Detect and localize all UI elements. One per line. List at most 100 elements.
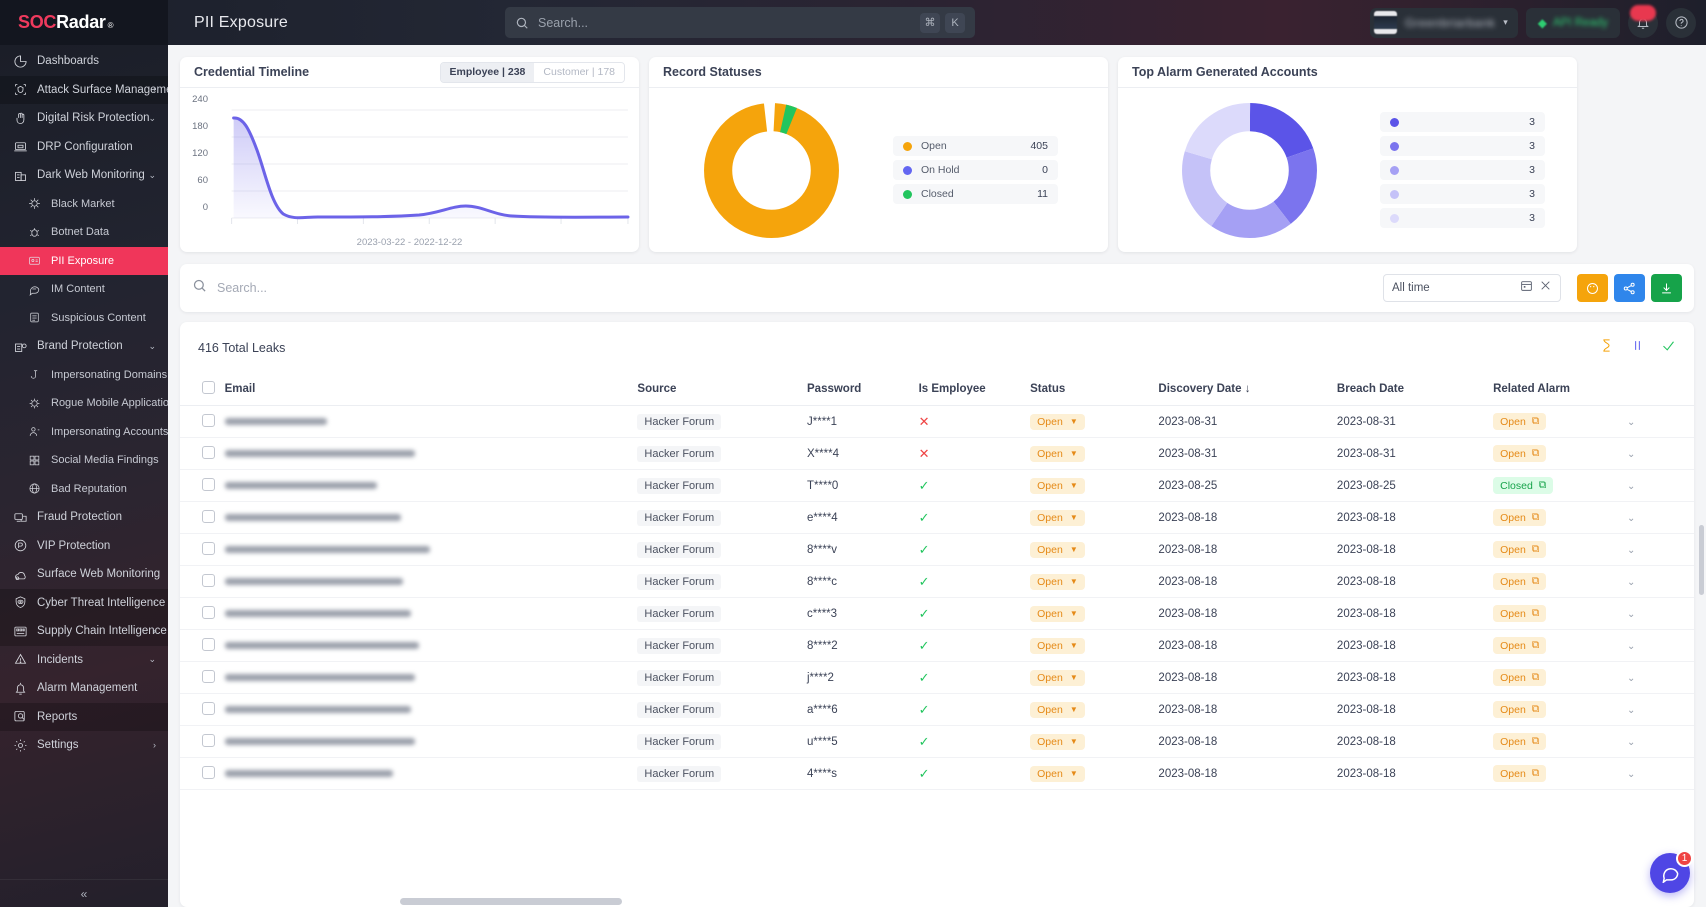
cell-expand[interactable]: ⌄ — [1626, 693, 1694, 726]
chevron-down-icon[interactable]: ▼ — [1070, 417, 1078, 426]
table-row[interactable]: Hacker Forum 8****v ✓ Open ▼ 2023-08-18 2023-0… — [180, 533, 1694, 566]
chevron-right-icon[interactable]: › — [153, 598, 156, 607]
pause-icon[interactable] — [1630, 338, 1645, 358]
row-checkbox[interactable] — [202, 605, 215, 619]
status-dropdown[interactable]: Open ▼ — [1030, 445, 1085, 462]
legend-item[interactable]: On Hold 0 — [893, 160, 1058, 180]
row-checkbox[interactable] — [202, 509, 215, 523]
row-select-cell[interactable] — [180, 437, 225, 470]
row-select-cell[interactable] — [180, 405, 225, 438]
chevron-down-icon[interactable]: ⌄ — [148, 113, 156, 123]
select-all-header[interactable] — [180, 374, 225, 406]
sidebar-item-reports[interactable]: Reports — [0, 702, 168, 731]
status-dropdown[interactable]: Open ▼ — [1030, 541, 1085, 558]
credential-audience-toggle[interactable]: Employee | 238 Customer | 178 — [439, 61, 625, 83]
row-select-cell[interactable] — [180, 757, 225, 790]
legend-item[interactable]: Open 405 — [893, 136, 1058, 156]
row-select-cell[interactable] — [180, 533, 225, 566]
sidebar-item-surface-web-monitoring[interactable]: Surface Web Monitoring — [0, 560, 168, 589]
legend-item[interactable]: 3 — [1380, 136, 1545, 156]
chevron-down-icon[interactable]: ▼ — [1070, 577, 1078, 586]
palette-button[interactable] — [1577, 274, 1608, 302]
chevron-right-icon[interactable]: › — [153, 85, 156, 94]
sidebar-item-vip-protection[interactable]: VIP Protection — [0, 532, 168, 561]
sidebar-item-impersonating-domains[interactable]: Impersonating Domains — [0, 361, 168, 390]
cell-expand[interactable]: ⌄ — [1626, 469, 1694, 502]
horizontal-scrollbar[interactable] — [400, 898, 622, 905]
alarm-badge[interactable]: Open ⧉ — [1493, 541, 1547, 558]
cell-status[interactable]: Open ▼ — [1030, 437, 1159, 470]
row-select-cell[interactable] — [180, 725, 225, 758]
col-header-breach-date[interactable]: Breach Date — [1336, 374, 1494, 406]
row-checkbox[interactable] — [202, 445, 215, 459]
chevron-down-icon[interactable]: ▼ — [1070, 641, 1078, 650]
external-link-icon[interactable]: ⧉ — [1532, 575, 1540, 588]
row-select-cell[interactable] — [180, 661, 225, 694]
external-link-icon[interactable]: ⧉ — [1532, 447, 1540, 460]
cell-related-alarm[interactable]: Open ⧉ — [1493, 597, 1627, 630]
cell-status[interactable]: Open ▼ — [1030, 629, 1159, 662]
chevron-down-icon[interactable]: ⌄ — [1627, 769, 1635, 780]
brand-logo-zone[interactable]: SOC Radar ® — [0, 0, 168, 45]
sidebar-item-fraud-protection[interactable]: Fraud Protection — [0, 503, 168, 532]
hourglass-icon[interactable] — [1599, 338, 1614, 358]
col-header-status[interactable]: Status — [1030, 374, 1159, 406]
cell-status[interactable]: Open ▼ — [1030, 661, 1159, 694]
alarm-badge[interactable]: Open ⧉ — [1493, 765, 1547, 782]
chevron-down-icon[interactable]: ⌄ — [1627, 449, 1635, 460]
col-header-password[interactable]: Password — [807, 374, 919, 406]
external-link-icon[interactable]: ⧉ — [1532, 639, 1540, 652]
cell-related-alarm[interactable]: Closed ⧉ — [1493, 469, 1627, 502]
sidebar-item-incidents[interactable]: Incidents ⌄ — [0, 646, 168, 675]
external-link-icon[interactable]: ⧉ — [1532, 543, 1540, 556]
alarm-badge[interactable]: Open ⧉ — [1493, 669, 1547, 686]
alarm-badge[interactable]: Closed ⧉ — [1493, 477, 1554, 494]
sidebar-item-brand-protection[interactable]: Brand Protection ⌄ — [0, 332, 168, 361]
alarm-badge[interactable]: Open ⧉ — [1493, 573, 1547, 590]
cell-status[interactable]: Open ▼ — [1030, 757, 1159, 790]
cell-related-alarm[interactable]: Open ⧉ — [1493, 693, 1627, 726]
chevron-down-icon[interactable]: ⌄ — [1627, 609, 1635, 620]
chevron-down-icon[interactable]: ⌄ — [1627, 641, 1635, 652]
status-dropdown[interactable]: Open ▼ — [1030, 477, 1085, 494]
cell-status[interactable]: Open ▼ — [1030, 469, 1159, 502]
chevron-down-icon[interactable]: ⌄ — [1627, 705, 1635, 716]
cell-expand[interactable]: ⌄ — [1626, 533, 1694, 566]
status-dropdown[interactable]: Open ▼ — [1030, 637, 1085, 654]
chevron-down-icon[interactable]: ▼ — [1070, 673, 1078, 682]
sidebar-item-alarm-management[interactable]: Alarm Management — [0, 674, 168, 703]
row-select-cell[interactable] — [180, 629, 225, 662]
sidebar-item-black-market[interactable]: Black Market — [0, 190, 168, 219]
alarm-badge[interactable]: Open ⧉ — [1493, 509, 1547, 526]
col-header-source[interactable]: Source — [637, 374, 807, 406]
chevron-down-icon[interactable]: ▼ — [1070, 545, 1078, 554]
alarm-badge[interactable]: Open ⧉ — [1493, 445, 1547, 462]
alarm-badge[interactable]: Open ⧉ — [1493, 733, 1547, 750]
help-button[interactable] — [1666, 7, 1696, 38]
row-checkbox[interactable] — [202, 477, 215, 491]
vertical-scrollbar[interactable] — [1699, 525, 1704, 595]
table-row[interactable]: Hacker Forum T****0 ✓ Open ▼ 2023-08-25 2023-0… — [180, 469, 1694, 502]
legend-item[interactable]: Closed 11 — [893, 184, 1058, 204]
cell-related-alarm[interactable]: Open ⧉ — [1493, 405, 1627, 438]
cell-status[interactable]: Open ▼ — [1030, 693, 1159, 726]
chevron-down-icon[interactable]: ▼ — [1070, 481, 1078, 490]
toggle-employee[interactable]: Employee | 238 — [440, 62, 535, 82]
cell-related-alarm[interactable]: Open ⧉ — [1493, 437, 1627, 470]
chevron-down-icon[interactable]: ▼ — [1070, 513, 1078, 522]
share-button[interactable] — [1614, 274, 1645, 302]
legend-item[interactable]: 3 — [1380, 208, 1545, 228]
toggle-customer[interactable]: Customer | 178 — [534, 62, 624, 82]
row-checkbox[interactable] — [202, 765, 215, 779]
check-icon[interactable] — [1661, 338, 1676, 358]
cell-expand[interactable]: ⌄ — [1626, 501, 1694, 534]
status-dropdown[interactable]: Open ▼ — [1030, 765, 1085, 782]
sidebar-item-botnet-data[interactable]: Botnet Data — [0, 218, 168, 247]
table-row[interactable]: Hacker Forum e****4 ✓ Open ▼ 2023-08-18 2023-0… — [180, 501, 1694, 534]
table-row[interactable]: Hacker Forum J****1 ✕ Open ▼ 2023-08-31 2023-0… — [180, 405, 1694, 438]
col-header-related-alarm[interactable]: Related Alarm — [1493, 374, 1627, 406]
notifications-button[interactable] — [1628, 4, 1658, 38]
table-row[interactable]: Hacker Forum 4****s ✓ Open ▼ 2023-08-18 2023-0… — [180, 757, 1694, 790]
row-checkbox[interactable] — [202, 733, 215, 747]
sidebar-item-impersonating-accounts[interactable]: Impersonating Accounts — [0, 418, 168, 447]
